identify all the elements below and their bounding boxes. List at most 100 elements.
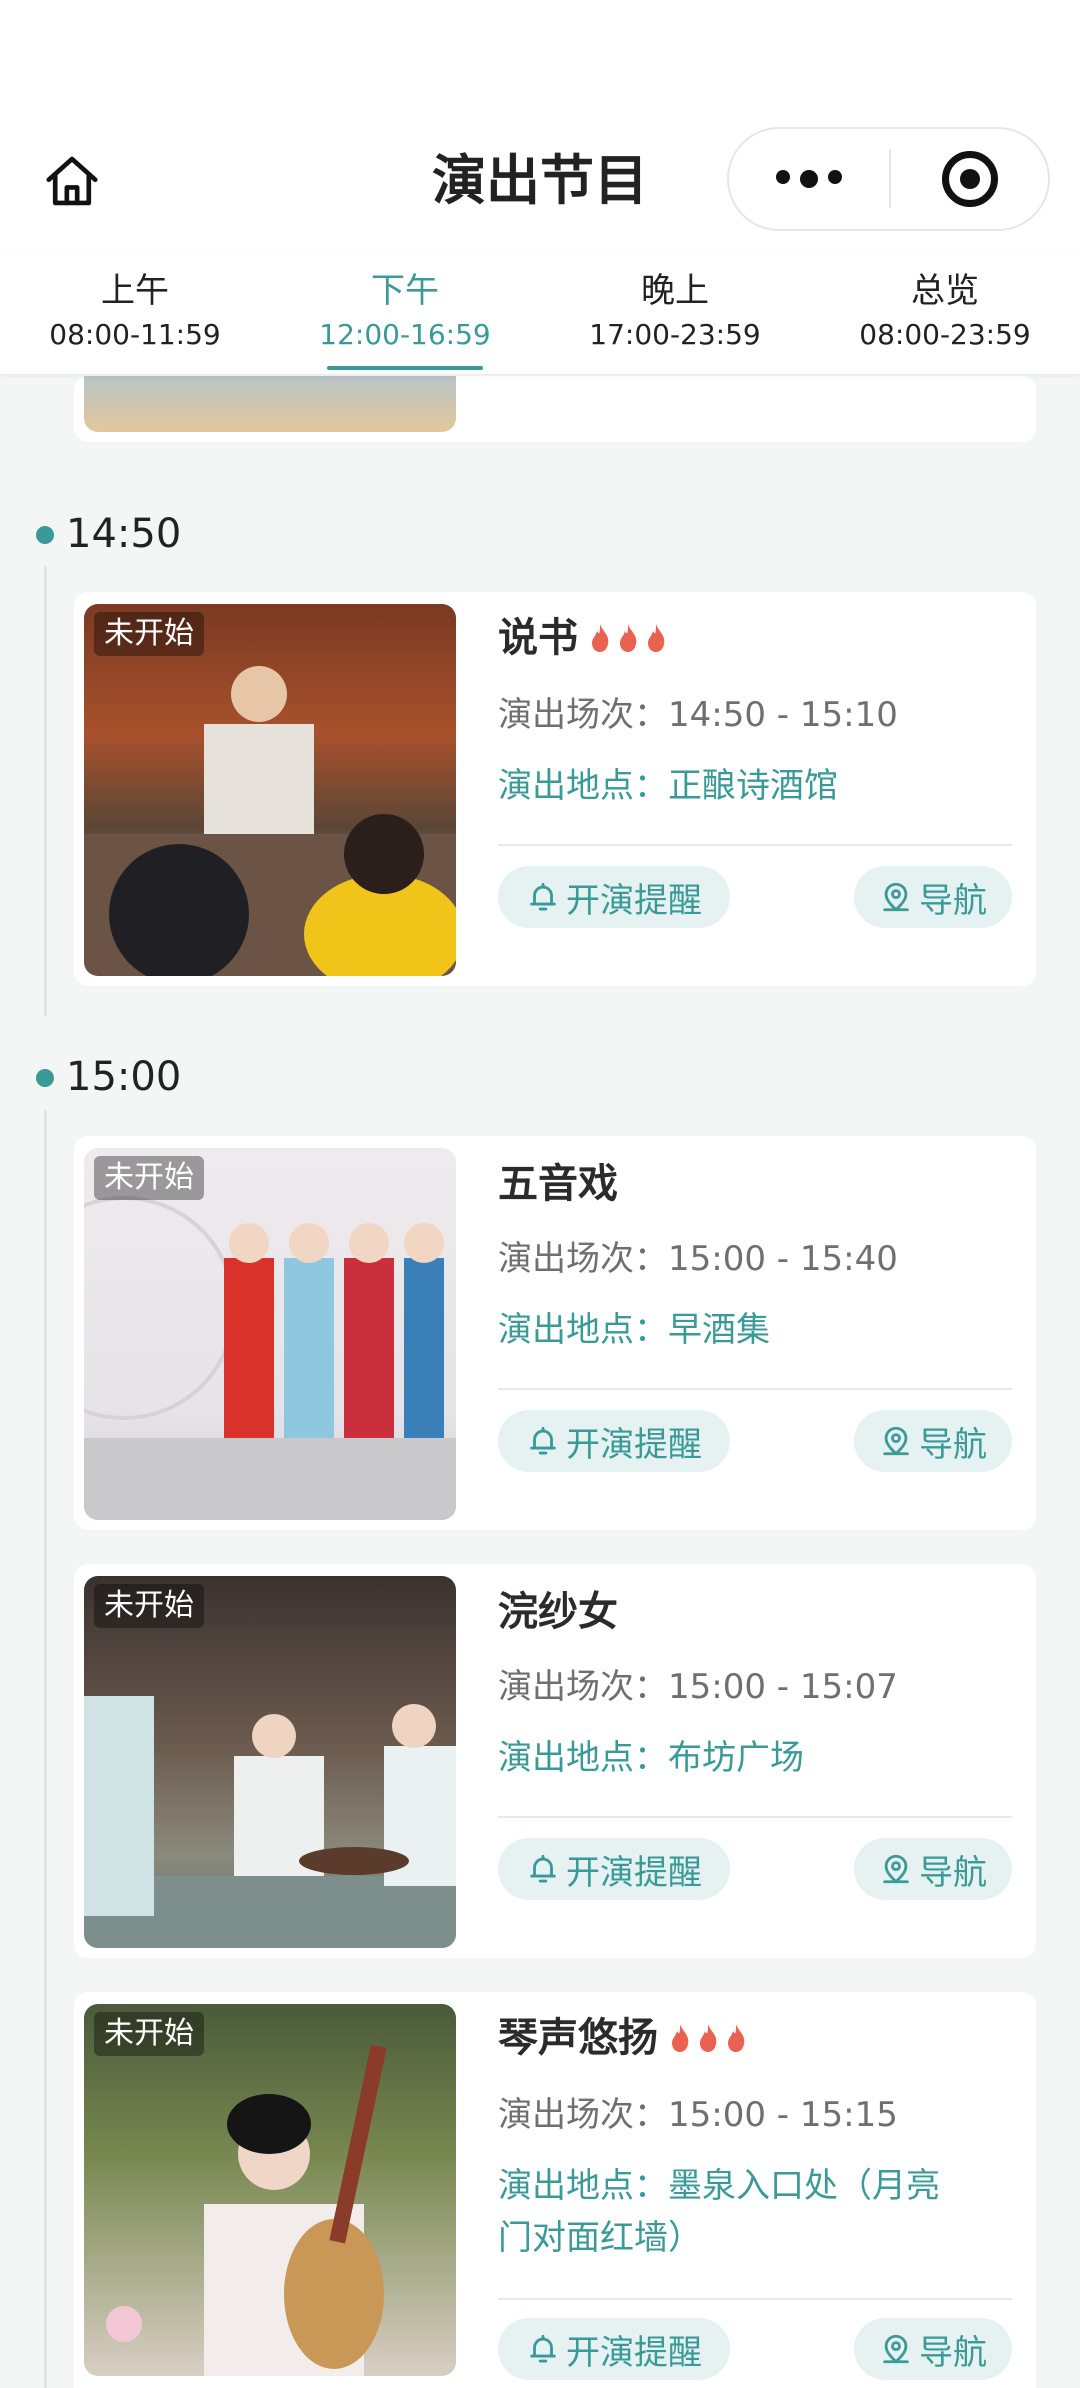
location-name-line2: 门对面红墙） xyxy=(498,2218,702,2258)
flame-icon xyxy=(700,2024,717,2052)
remind-label: 开演提醒 xyxy=(566,880,702,921)
show-session: 演出场次：15:00 - 15:15 xyxy=(498,2092,898,2138)
opera-illustration xyxy=(84,1196,456,1520)
tab-afternoon[interactable]: 下午 12:00-16:59 xyxy=(270,252,540,374)
pipa-player-illustration xyxy=(106,2044,387,2376)
storyteller-illustration xyxy=(84,666,456,976)
navigate-button[interactable]: 导航 xyxy=(854,2318,1012,2380)
bell-icon xyxy=(530,2334,556,2363)
show-session: 演出场次：15:00 - 15:40 xyxy=(498,1236,898,1282)
location-prefix: 演出地点： xyxy=(498,1310,668,1350)
location-name: 早酒集 xyxy=(668,1310,770,1350)
location-name: 正酿诗酒馆 xyxy=(668,766,838,806)
time-tabs: 上午 08:00-11:59 下午 12:00-16:59 晚上 17:00-2… xyxy=(0,252,1080,374)
hot-indicator xyxy=(588,623,668,653)
card-divider xyxy=(498,844,1012,846)
location-name: 布坊广场 xyxy=(668,1738,804,1778)
location-pin-icon xyxy=(883,2334,909,2364)
navigate-button[interactable]: 导航 xyxy=(854,866,1012,928)
navigate-label: 导航 xyxy=(919,1424,987,1465)
show-image[interactable]: 未开始 xyxy=(84,2004,456,2376)
show-location: 演出地点：墨泉入口处（月亮 门对面红墙） xyxy=(498,2160,940,2264)
session-time: 15:00 - 15:40 xyxy=(668,1239,898,1279)
session-time: 15:00 - 15:15 xyxy=(668,2095,898,2135)
show-image[interactable]: 未开始 xyxy=(84,1148,456,1520)
timeline-dot xyxy=(36,526,54,544)
navigate-label: 导航 xyxy=(919,880,987,921)
washing-girl-illustration xyxy=(84,1696,456,1948)
tab-evening[interactable]: 晚上 17:00-23:59 xyxy=(540,252,810,374)
tab-morning[interactable]: 上午 08:00-11:59 xyxy=(0,252,270,374)
card-divider xyxy=(498,2298,1012,2300)
location-prefix: 演出地点： xyxy=(498,1738,668,1778)
show-location: 演出地点：早酒集 xyxy=(498,1304,770,1356)
show-card[interactable]: 未开始 五音戏 演出场次：15:00 - 15:40 演出地点：早酒集 开演提醒… xyxy=(74,1136,1036,1530)
show-location: 演出地点：正酿诗酒馆 xyxy=(498,760,838,812)
navigate-label: 导航 xyxy=(919,2332,987,2373)
location-prefix: 演出地点： xyxy=(498,2166,668,2206)
show-title-row: 五音戏 xyxy=(498,1158,618,1210)
show-session: 演出场次：14:50 - 15:10 xyxy=(498,692,898,738)
navigate-button[interactable]: 导航 xyxy=(854,1838,1012,1900)
tab-range: 08:00-23:59 xyxy=(859,318,1031,351)
tab-overview[interactable]: 总览 08:00-23:59 xyxy=(810,252,1080,374)
show-card-partial xyxy=(74,376,1036,442)
remind-button[interactable]: 开演提醒 xyxy=(498,1410,730,1472)
remind-button[interactable]: 开演提醒 xyxy=(498,2318,730,2380)
card-divider xyxy=(498,1816,1012,1818)
show-title: 浣纱女 xyxy=(498,1589,618,1635)
session-time: 15:00 - 15:07 xyxy=(668,1667,898,1707)
flame-icon xyxy=(620,624,637,652)
location-pin-icon xyxy=(883,1426,909,1456)
tab-range: 17:00-23:59 xyxy=(589,318,761,351)
navigate-button[interactable]: 导航 xyxy=(854,1410,1012,1472)
show-image[interactable]: 未开始 xyxy=(84,1576,456,1948)
show-title: 琴声悠扬 xyxy=(498,2015,658,2061)
bell-icon xyxy=(530,1854,556,1883)
show-title: 说书 xyxy=(498,615,578,661)
status-badge: 未开始 xyxy=(94,2012,204,2056)
show-title-row: 浣纱女 xyxy=(498,1586,618,1638)
remind-button[interactable]: 开演提醒 xyxy=(498,866,730,928)
timeline-line xyxy=(44,566,47,1016)
timeline-dot xyxy=(36,1069,54,1087)
session-time: 14:50 - 15:10 xyxy=(668,695,898,735)
card-divider xyxy=(498,1388,1012,1390)
bell-icon xyxy=(530,1426,556,1455)
location-pin-icon xyxy=(883,1854,909,1884)
show-image xyxy=(84,376,456,432)
tab-label: 晚上 xyxy=(641,271,709,311)
session-prefix: 演出场次： xyxy=(498,695,668,735)
hot-indicator xyxy=(668,2023,748,2053)
show-card[interactable]: 未开始 琴声悠扬 演出场次：15:00 - 15:15 演出地点：墨泉入口处（月… xyxy=(74,1992,1036,2388)
tab-label: 上午 xyxy=(101,271,169,311)
tab-range: 12:00-16:59 xyxy=(319,318,491,351)
location-name: 墨泉入口处（月亮 xyxy=(668,2166,940,2206)
show-image[interactable]: 未开始 xyxy=(84,604,456,976)
remind-label: 开演提醒 xyxy=(566,2332,702,2373)
show-location: 演出地点：布坊广场 xyxy=(498,1732,804,1784)
tab-range: 08:00-11:59 xyxy=(49,318,221,351)
time-group-label: 15:00 xyxy=(66,1054,182,1100)
remind-label: 开演提醒 xyxy=(566,1852,702,1893)
show-title-row: 说书 xyxy=(498,612,668,664)
flame-icon xyxy=(592,624,609,652)
timeline-line xyxy=(44,1110,47,2388)
navigate-label: 导航 xyxy=(919,1852,987,1893)
status-badge: 未开始 xyxy=(94,612,204,656)
location-prefix: 演出地点： xyxy=(498,766,668,806)
location-pin-icon xyxy=(883,882,909,912)
time-group-label: 14:50 xyxy=(66,511,182,557)
session-prefix: 演出场次： xyxy=(498,1239,668,1279)
show-title-row: 琴声悠扬 xyxy=(498,2012,748,2064)
remind-button[interactable]: 开演提醒 xyxy=(498,1838,730,1900)
active-tab-indicator xyxy=(327,366,483,370)
tab-label: 下午 xyxy=(371,271,439,311)
session-prefix: 演出场次： xyxy=(498,1667,668,1707)
flame-icon xyxy=(728,2024,745,2052)
flame-icon xyxy=(672,2024,689,2052)
session-prefix: 演出场次： xyxy=(498,2095,668,2135)
show-card[interactable]: 未开始 浣纱女 演出场次：15:00 - 15:07 演出地点：布坊广场 开演提… xyxy=(74,1564,1036,1958)
show-card[interactable]: 未开始 说书 演出场次：14:50 - 15:10 演出地点：正酿诗酒馆 开演提… xyxy=(74,592,1036,986)
tab-label: 总览 xyxy=(911,271,979,311)
